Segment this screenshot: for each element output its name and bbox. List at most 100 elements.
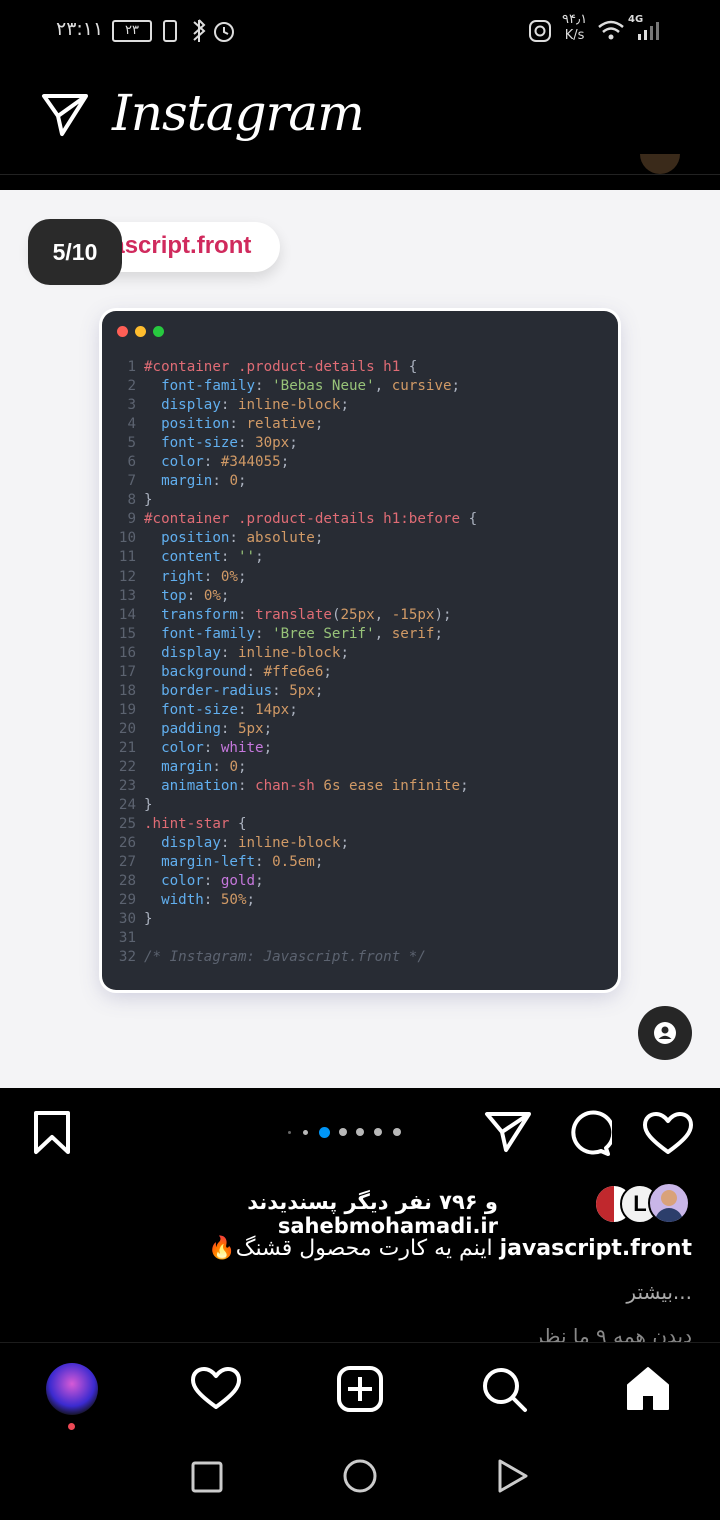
tagged-users-button[interactable]	[638, 1006, 692, 1060]
code-line: 5 font-size: 30px;	[110, 434, 618, 453]
code-token: 14px	[255, 701, 290, 718]
code-token: 'Bree Serif'	[272, 625, 375, 642]
signal-icon	[638, 22, 659, 40]
code-line: 29 width: 50%;	[110, 891, 618, 910]
line-number: 23	[118, 778, 136, 795]
code-token: ;	[323, 663, 332, 680]
code-token: right	[144, 568, 204, 585]
view-comments-link[interactable]: دیدن همه ۹ ما نظر	[440, 1324, 693, 1342]
code-token: color	[144, 873, 204, 890]
code-line: 21 color: white;	[110, 739, 618, 758]
code-token: position	[144, 530, 230, 547]
code-token: relative	[246, 416, 315, 433]
code-token: ;	[314, 682, 324, 699]
code-token: 25px	[340, 606, 375, 623]
carousel-counter: 5/10	[28, 219, 122, 285]
code-line: 31	[110, 929, 618, 948]
code-token: .hint-star	[144, 816, 230, 833]
code-line: 18 border-radius: 5px;	[110, 682, 618, 701]
code-token: absolute	[246, 530, 315, 547]
code-token: ;	[237, 473, 247, 490]
wifi-icon	[598, 20, 624, 40]
liker-username[interactable]: sahebmohamadi.ir	[278, 1214, 498, 1238]
code-line: 17 background: #ffe6e6;	[110, 663, 618, 682]
likes-count-text: و ۷۹۶ نفر دیگر پسندیدند	[247, 1190, 498, 1214]
line-number: 30	[118, 911, 136, 928]
code-token: ;	[255, 549, 264, 566]
caption-more-link[interactable]: ...بیشتر	[600, 1280, 692, 1304]
code-token: 30px	[255, 435, 290, 452]
profile-tab-avatar[interactable]	[46, 1363, 98, 1415]
likes-summary[interactable]: و ۷۹۶ نفر دیگر پسندیدند sahebmohamadi.ir	[28, 1190, 498, 1238]
code-token: 0.5em	[272, 854, 315, 871]
home-button-icon[interactable]	[342, 1458, 378, 1494]
carousel-dot	[374, 1128, 382, 1136]
code-line: 28 color: gold;	[110, 872, 618, 891]
battery-icon: ۲۳	[112, 20, 152, 42]
code-token: background	[144, 663, 247, 680]
code-token: 6s ease infinite	[323, 778, 461, 795]
carousel-dot	[393, 1128, 401, 1136]
code-line: 2 font-family: 'Bebas Neue', cursive;	[110, 377, 618, 396]
line-number: 17	[118, 663, 136, 680]
like-heart-icon[interactable]	[642, 1112, 694, 1156]
code-token: ;	[434, 625, 443, 642]
code-token: ;	[237, 758, 247, 775]
code-token: :	[203, 568, 221, 585]
code-token: inline-block	[237, 644, 341, 661]
save-icon[interactable]	[32, 1110, 72, 1156]
vibrate-icon	[163, 20, 177, 42]
home-icon[interactable]	[624, 1365, 672, 1413]
new-post-icon[interactable]	[336, 1365, 384, 1413]
code-token: :	[237, 701, 256, 718]
code-token: font-size	[144, 435, 238, 452]
code-token: font-family	[144, 625, 256, 642]
code-token: font-size	[144, 701, 238, 718]
code-token: :	[237, 435, 256, 452]
code-token: {	[460, 511, 478, 528]
code-token: content	[144, 549, 221, 566]
battery-level: ۲۳	[125, 23, 139, 38]
line-number: 8	[127, 492, 136, 509]
recent-apps-icon[interactable]	[190, 1460, 224, 1494]
code-token: font-family	[144, 378, 256, 395]
code-token: display	[144, 835, 221, 852]
code-token: ;	[280, 454, 290, 471]
code-token: :	[203, 873, 221, 890]
line-number: 24	[118, 797, 136, 814]
code-token: ;	[255, 873, 264, 890]
status-time: ۲۳:۱۱	[56, 18, 104, 40]
app-logo-title: Instagram	[112, 84, 365, 142]
code-token: :	[220, 549, 238, 566]
code-token: 5px	[289, 682, 315, 699]
share-icon[interactable]	[484, 1110, 532, 1154]
direct-message-icon[interactable]	[40, 92, 90, 138]
code-token: :	[272, 682, 290, 699]
code-line: 4 position: relative;	[110, 415, 618, 434]
code-token: 0%	[203, 587, 221, 604]
line-number: 16	[118, 644, 136, 661]
code-token: }	[144, 797, 153, 814]
code-token: :	[212, 473, 230, 490]
code-token: width	[144, 892, 204, 909]
liker-avatar[interactable]	[648, 1182, 690, 1224]
code-token: margin	[144, 758, 213, 775]
code-token: 0	[229, 473, 238, 490]
code-token: :	[237, 606, 256, 623]
activity-heart-icon[interactable]	[190, 1367, 242, 1411]
line-number: 26	[118, 835, 136, 852]
code-line: 13 top: 0%;	[110, 587, 618, 606]
caption-username[interactable]: javascript.front	[500, 1236, 692, 1261]
code-token: 50%	[220, 892, 247, 909]
window-maximize-dot	[153, 326, 164, 337]
code-line: 6 color: #344055;	[110, 453, 618, 472]
code-line: 26 display: inline-block;	[110, 834, 618, 853]
code-token: ;	[289, 435, 298, 452]
code-token: #container .product-details h1:before	[144, 511, 461, 528]
code-token: 5px	[237, 720, 264, 737]
comment-icon[interactable]	[564, 1110, 612, 1156]
line-number: 1	[127, 359, 136, 375]
code-line: 25 .hint-star {	[110, 815, 618, 834]
search-icon[interactable]	[480, 1365, 528, 1413]
back-icon[interactable]	[496, 1458, 530, 1494]
